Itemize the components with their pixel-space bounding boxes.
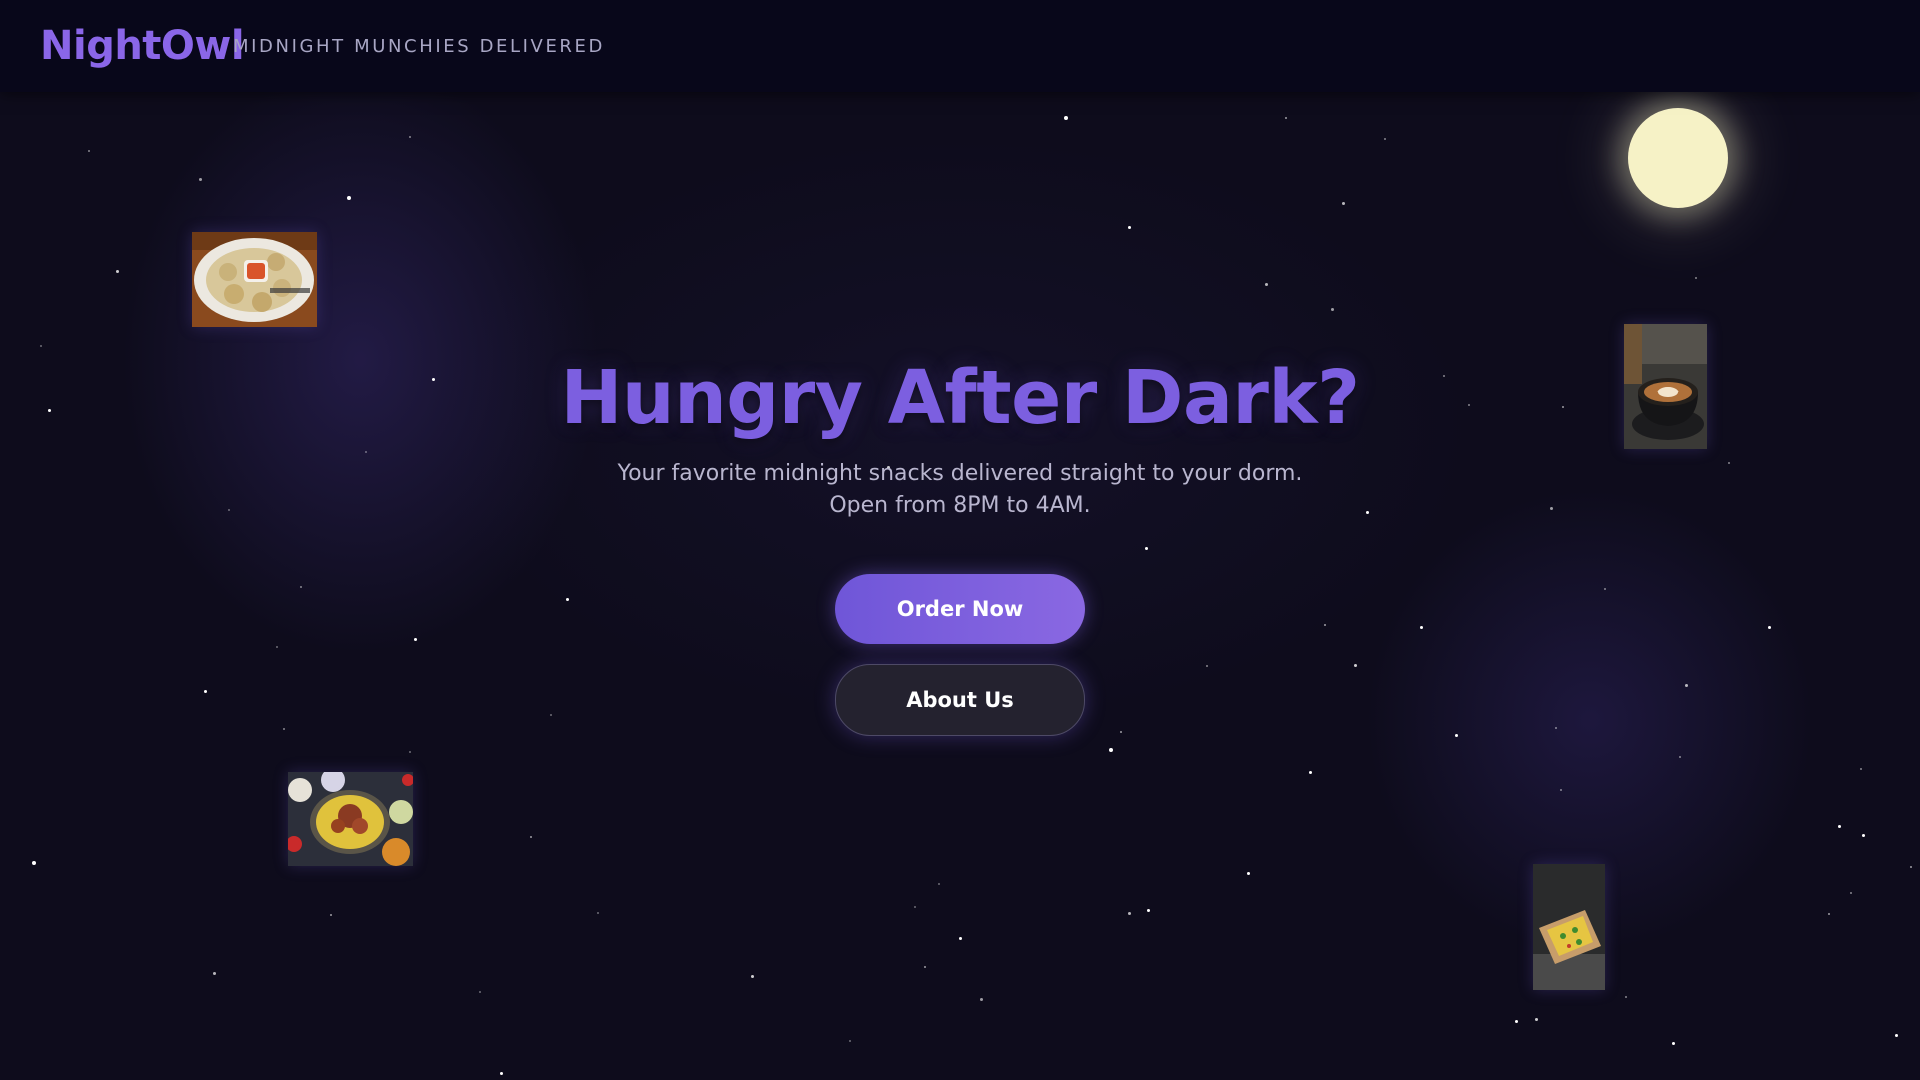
star xyxy=(204,690,207,693)
star xyxy=(88,150,90,152)
star xyxy=(1455,734,1458,737)
star xyxy=(1147,909,1150,912)
star xyxy=(1550,507,1553,510)
star xyxy=(1604,588,1606,590)
hero-title: Hungry After Dark? xyxy=(560,355,1360,441)
star xyxy=(414,638,417,641)
landing-page: NightOwl MIDNIGHT MUNCHIES DELIVERED Hun… xyxy=(0,0,1920,1080)
star xyxy=(32,861,36,865)
star xyxy=(530,836,532,838)
star xyxy=(1838,825,1841,828)
star xyxy=(597,912,599,914)
star xyxy=(1768,626,1771,629)
star xyxy=(1679,756,1681,758)
star xyxy=(213,972,216,975)
star xyxy=(1265,283,1268,286)
star xyxy=(48,409,51,412)
star xyxy=(924,966,926,968)
star xyxy=(1324,624,1326,626)
star xyxy=(1555,727,1557,729)
star xyxy=(1728,462,1730,464)
star xyxy=(1695,277,1697,279)
star xyxy=(1910,866,1912,868)
star xyxy=(566,598,569,601)
star xyxy=(199,178,202,181)
star xyxy=(1247,872,1250,875)
star xyxy=(283,728,285,730)
hero-section: Hungry After Dark? Your favorite midnigh… xyxy=(460,350,1460,522)
star xyxy=(500,1072,503,1075)
star xyxy=(1862,834,1865,837)
star xyxy=(1206,665,1208,667)
order-now-button[interactable]: Order Now xyxy=(835,574,1085,644)
star xyxy=(1109,748,1113,752)
star xyxy=(228,509,230,511)
star xyxy=(1685,684,1688,687)
star xyxy=(1672,1042,1675,1045)
star xyxy=(1145,547,1148,550)
star xyxy=(409,751,411,753)
star xyxy=(409,136,411,138)
star xyxy=(1064,116,1068,120)
star xyxy=(1535,1018,1538,1021)
about-us-button[interactable]: About Us xyxy=(835,664,1085,736)
star xyxy=(1895,1034,1898,1037)
momos-plate-image xyxy=(192,232,317,327)
star xyxy=(300,586,302,588)
star xyxy=(1850,892,1852,894)
star xyxy=(365,451,367,453)
hero-subtitle: Your favorite midnight snacks delivered … xyxy=(617,461,1303,518)
star xyxy=(1128,226,1131,229)
biryani-plate-image xyxy=(288,772,413,866)
star xyxy=(1384,138,1386,140)
star xyxy=(1342,202,1345,205)
star xyxy=(1468,404,1470,406)
star xyxy=(1420,626,1423,629)
loaded-fries-image xyxy=(1533,864,1605,990)
star xyxy=(1354,664,1357,667)
star xyxy=(347,196,351,200)
star xyxy=(432,378,435,381)
star xyxy=(40,345,42,347)
star xyxy=(1285,117,1287,119)
star xyxy=(1128,912,1131,915)
star xyxy=(1828,913,1830,915)
latte-cup-image xyxy=(1624,324,1707,449)
star xyxy=(1860,768,1862,770)
star xyxy=(276,646,278,648)
star xyxy=(1120,731,1122,733)
brand-logo[interactable]: NightOwl xyxy=(40,22,245,70)
star xyxy=(1331,308,1334,311)
star xyxy=(849,1040,851,1042)
star xyxy=(116,270,119,273)
star xyxy=(751,975,754,978)
star xyxy=(914,906,916,908)
star xyxy=(1562,406,1564,408)
star xyxy=(550,714,552,716)
moon-icon xyxy=(1628,108,1728,208)
star xyxy=(1560,789,1562,791)
brand-tagline: MIDNIGHT MUNCHIES DELIVERED xyxy=(233,36,605,57)
star xyxy=(1625,996,1627,998)
site-header: NightOwl MIDNIGHT MUNCHIES DELIVERED xyxy=(0,0,1920,92)
star xyxy=(1515,1020,1518,1023)
star xyxy=(980,998,983,1001)
star xyxy=(938,883,940,885)
star xyxy=(479,991,481,993)
star xyxy=(1309,771,1312,774)
star xyxy=(959,937,962,940)
star xyxy=(330,914,332,916)
